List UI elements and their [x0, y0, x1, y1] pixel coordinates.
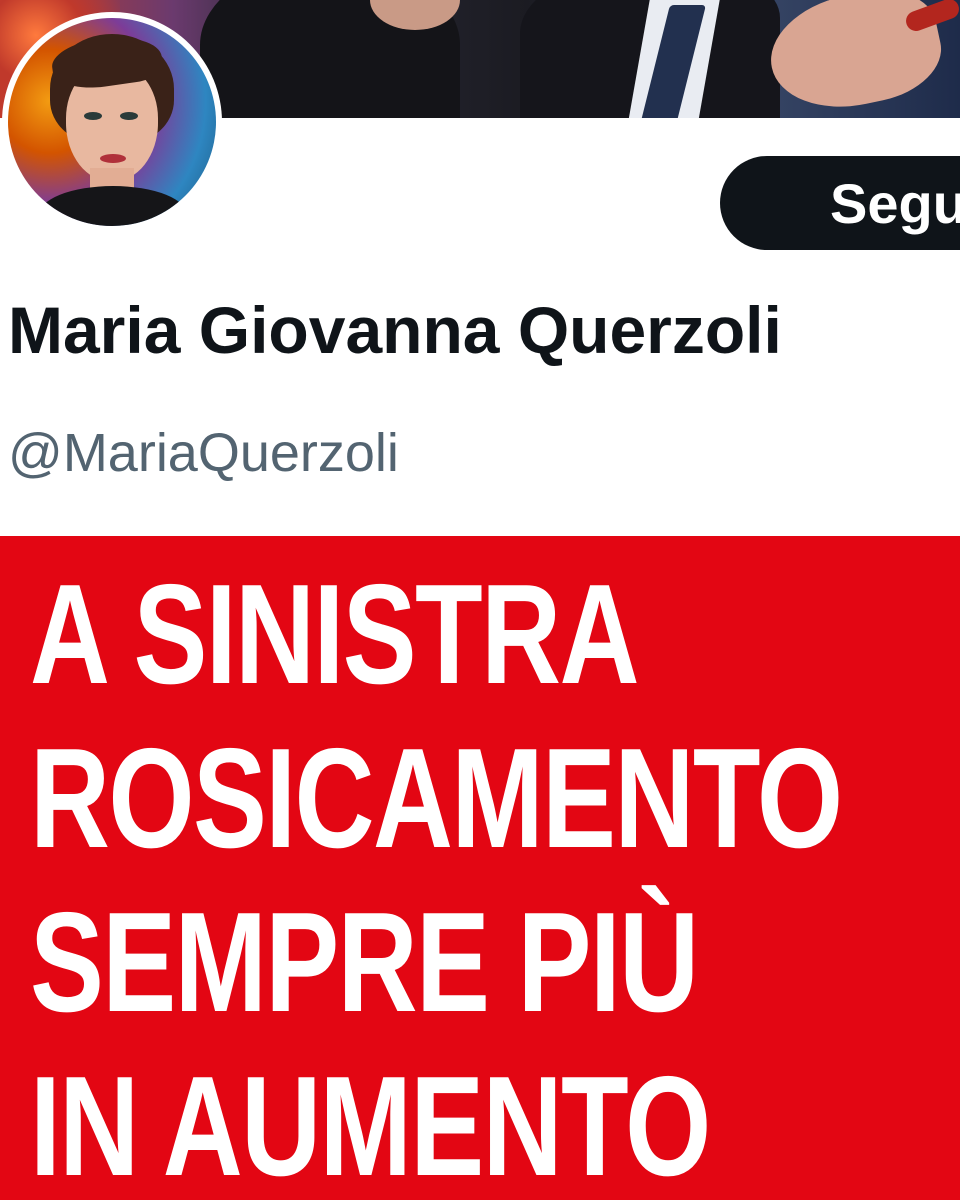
- avatar-photo: [8, 18, 216, 226]
- post-image-line: ROSICAMENTO: [30, 719, 843, 878]
- avatar-eye-left: [84, 112, 102, 120]
- avatar[interactable]: [2, 12, 222, 232]
- profile-screen: Segui Maria Giovanna Querzoli @MariaQuer…: [0, 0, 960, 1200]
- avatar-body: [38, 186, 188, 226]
- post-image-line: A SINISTRA: [30, 555, 640, 714]
- avatar-eye-right: [120, 112, 138, 120]
- user-handle[interactable]: @MariaQuerzoli: [8, 422, 399, 484]
- post-image[interactable]: A SINISTRA ROSICAMENTO SEMPRE PIÙ IN AUM…: [0, 536, 960, 1200]
- post-image-line: SEMPRE PIÙ: [30, 883, 699, 1042]
- post-image-line: IN AUMENTO: [30, 1047, 711, 1200]
- follow-button[interactable]: Segui: [720, 156, 960, 250]
- display-name[interactable]: Maria Giovanna Querzoli: [8, 292, 782, 368]
- avatar-lips: [100, 154, 126, 163]
